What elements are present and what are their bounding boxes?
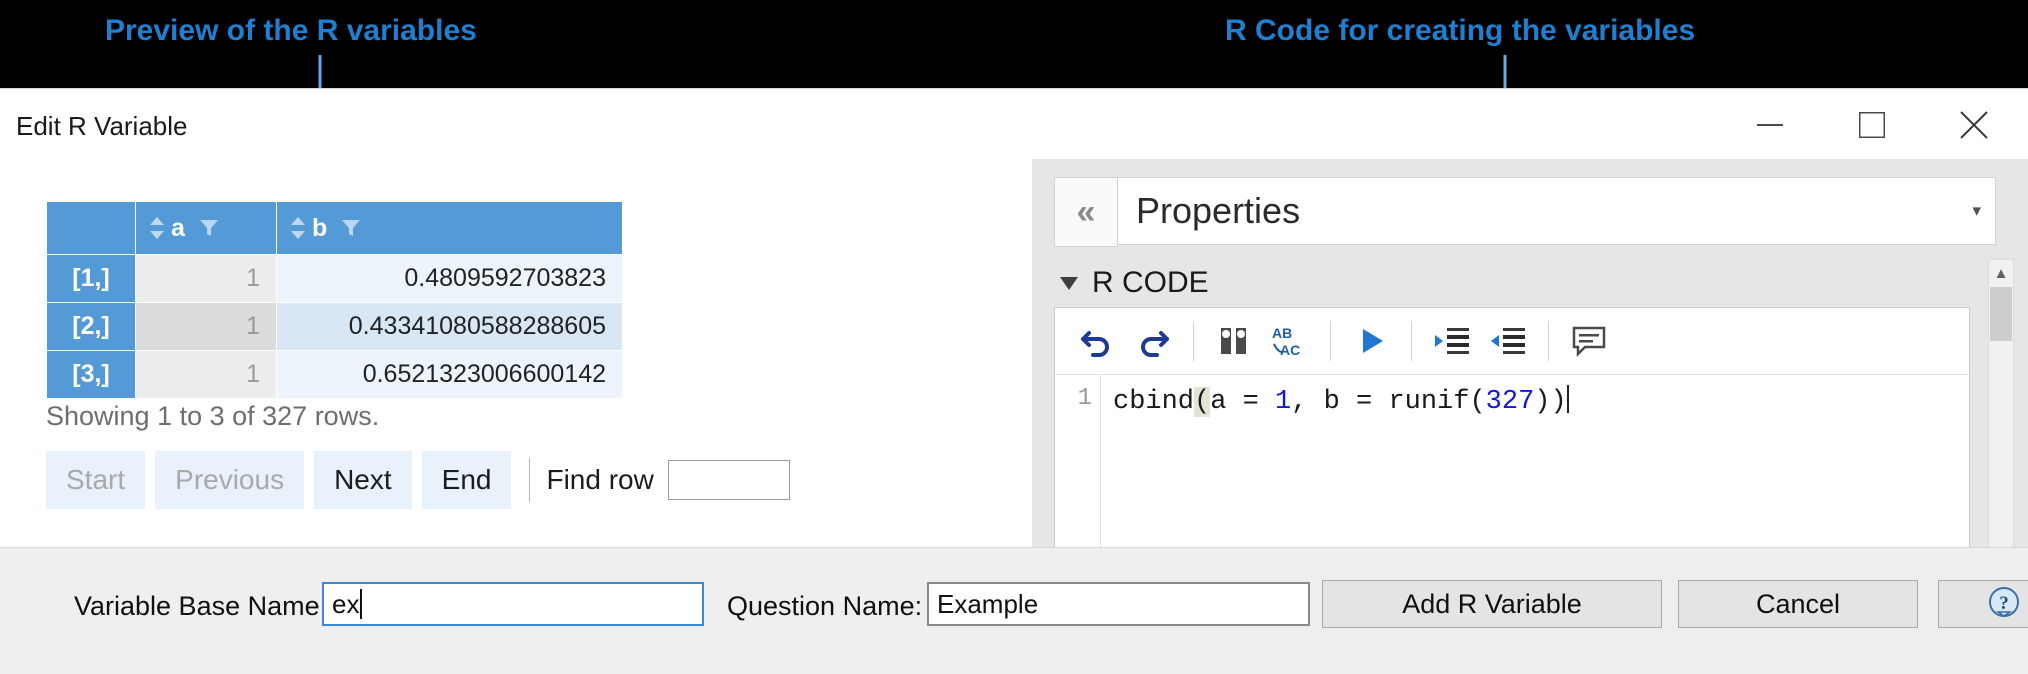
svg-text:AC: AC (1280, 342, 1300, 358)
cell-a: 1 (135, 254, 277, 303)
indent-icon[interactable] (1424, 316, 1480, 366)
r-code-section-header[interactable]: R CODE (1054, 259, 2000, 307)
edit-r-variable-window: Edit R Variable a b [1,] 1 0.48095927038… (0, 88, 2028, 674)
text-cursor (360, 589, 363, 619)
row-index: [3,] (46, 350, 136, 399)
maximize-icon (1859, 112, 1885, 138)
maximize-button[interactable] (1830, 89, 1914, 161)
close-icon (1960, 111, 1988, 139)
comment-icon[interactable] (1561, 316, 1617, 366)
properties-title: Properties (1136, 190, 1301, 231)
sort-icon[interactable] (291, 216, 305, 240)
filter-icon[interactable] (198, 217, 220, 239)
r-code-section-label: R CODE (1092, 266, 1209, 299)
annotation-right-label: R Code for creating the variables (1225, 14, 1696, 47)
table-header-row: a b (46, 201, 623, 255)
question-name-input[interactable]: Example (927, 582, 1310, 626)
toolbar-divider (1330, 321, 1331, 361)
column-header-a[interactable]: a (135, 201, 277, 255)
preview-table: a b [1,] 1 0.4809592703823 [2,] 1 0.4334… (46, 201, 623, 399)
table-row[interactable]: [3,] 1 0.6521323006600142 (46, 350, 623, 399)
code-token-number-1: 1 (1275, 387, 1292, 417)
code-token-arg2: , b = runif( (1291, 387, 1486, 417)
find-row-input[interactable] (667, 460, 790, 500)
cancel-button[interactable]: Cancel (1678, 580, 1918, 628)
cell-a: 1 (135, 350, 277, 399)
collapse-triangle-icon (1060, 276, 1078, 290)
pagination-controls: Start Previous Next End Find row (46, 451, 790, 509)
row-count-status: Showing 1 to 3 of 327 rows. (46, 401, 380, 431)
filter-icon[interactable] (340, 217, 362, 239)
help-icon: ? (1989, 587, 2020, 617)
row-index: [2,] (46, 302, 136, 351)
question-name-label: Question Name: (727, 591, 923, 621)
code-token-number-2: 327 (1485, 387, 1535, 417)
properties-header: « Properties ▾ (1054, 177, 1996, 247)
row-index: [1,] (46, 254, 136, 303)
replace-icon[interactable]: AB AC (1262, 316, 1318, 366)
minimize-icon (1757, 123, 1783, 126)
cell-b: 0.43341080588288605 (276, 302, 623, 351)
window-title: Edit R Variable (16, 111, 188, 141)
add-r-variable-button[interactable]: Add R Variable (1322, 580, 1662, 628)
code-token-arg1: a = (1210, 387, 1276, 417)
pagination-start-button[interactable]: Start (46, 451, 146, 509)
variable-base-name-input[interactable]: ex (322, 582, 704, 626)
close-button[interactable] (1932, 89, 2016, 161)
sort-icon[interactable] (150, 216, 164, 240)
find-row-label: Find row (546, 464, 654, 495)
pagination-next-button[interactable]: Next (314, 451, 412, 509)
toolbar-divider (1548, 321, 1549, 361)
dialog-footer: Variable Base Name: ex Question Name: Ex… (0, 547, 2028, 674)
column-header-a-label: a (171, 213, 185, 242)
svg-text:AB: AB (1272, 325, 1292, 341)
table-corner-header (46, 201, 136, 255)
toolbar-divider (1193, 321, 1194, 361)
scroll-up-icon[interactable]: ▲ (1989, 260, 2013, 286)
annotation-left-label: Preview of the R variables (105, 14, 477, 47)
cell-b: 0.4809592703823 (276, 254, 623, 303)
r-code-toolbar: AB AC (1055, 308, 1969, 375)
column-header-b-label: b (312, 213, 328, 242)
annotation-band: Preview of the R variables R Code for cr… (0, 0, 2028, 90)
text-cursor (1566, 385, 1569, 413)
find-icon[interactable] (1206, 316, 1262, 366)
window-titlebar: Edit R Variable (0, 89, 2028, 161)
column-header-b[interactable]: b (276, 201, 623, 255)
svg-text:?: ? (1999, 593, 2009, 614)
variable-base-name-value: ex (332, 588, 360, 619)
code-token-paren-highlight: ( (1194, 387, 1211, 417)
toolbar-divider (1411, 321, 1412, 361)
scrollbar-thumb[interactable] (1990, 287, 2012, 341)
table-row[interactable]: [1,] 1 0.4809592703823 (46, 254, 623, 303)
table-row[interactable]: [2,] 1 0.43341080588288605 (46, 302, 623, 351)
pagination-previous-button[interactable]: Previous (155, 451, 305, 509)
help-button[interactable]: ? Help (1938, 580, 2028, 628)
collapse-panel-button[interactable]: « (1054, 177, 1118, 247)
cell-a: 1 (135, 302, 277, 351)
redo-icon[interactable] (1125, 316, 1181, 366)
outdent-icon[interactable] (1480, 316, 1536, 366)
pagination-end-button[interactable]: End (421, 451, 512, 509)
properties-selector[interactable]: Properties ▾ (1118, 177, 1996, 245)
chevron-down-icon[interactable]: ▾ (1972, 201, 1981, 221)
undo-icon[interactable] (1069, 316, 1125, 366)
pagination-divider (529, 458, 531, 502)
code-token-close: )) (1534, 387, 1567, 417)
run-icon[interactable] (1343, 316, 1399, 366)
minimize-button[interactable] (1728, 89, 1812, 161)
variable-base-name-label: Variable Base Name: (74, 591, 328, 621)
cell-b: 0.6521323006600142 (276, 350, 623, 399)
code-token-function: cbind (1113, 387, 1195, 417)
